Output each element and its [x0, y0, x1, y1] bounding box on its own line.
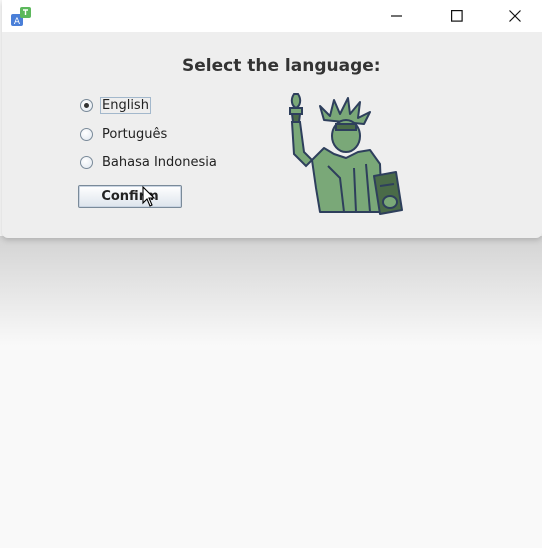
app-translate-icon: A	[11, 7, 31, 27]
language-option-bahasa-indonesia[interactable]: Bahasa Indonesia	[80, 151, 218, 173]
window-shadow	[0, 236, 542, 346]
language-option-english[interactable]: English	[80, 94, 151, 116]
language-label: Bahasa Indonesia	[102, 154, 217, 170]
mouse-cursor-icon	[142, 186, 156, 207]
maximize-icon	[451, 10, 463, 22]
close-button[interactable]	[486, 0, 542, 32]
title-bar: A	[2, 0, 542, 32]
dialog-content: Select the language: English Português B…	[2, 32, 542, 238]
svg-text:A: A	[14, 17, 21, 27]
radio-button[interactable]	[80, 155, 93, 169]
language-option-portuguese[interactable]: Português	[80, 123, 168, 145]
minimize-icon	[391, 15, 402, 17]
language-label: English	[100, 96, 151, 114]
maximize-button[interactable]	[428, 0, 486, 32]
app-window: A Select the language: English Português…	[2, 0, 542, 238]
page-title: Select the language:	[182, 56, 381, 76]
radio-button-selected[interactable]	[80, 98, 93, 112]
confirm-button[interactable]: Confirm	[78, 185, 182, 208]
radio-button[interactable]	[80, 127, 93, 141]
close-icon	[509, 10, 521, 22]
statue-of-liberty-icon	[289, 93, 403, 215]
language-label: Português	[102, 126, 168, 142]
minimize-button[interactable]	[368, 0, 426, 32]
